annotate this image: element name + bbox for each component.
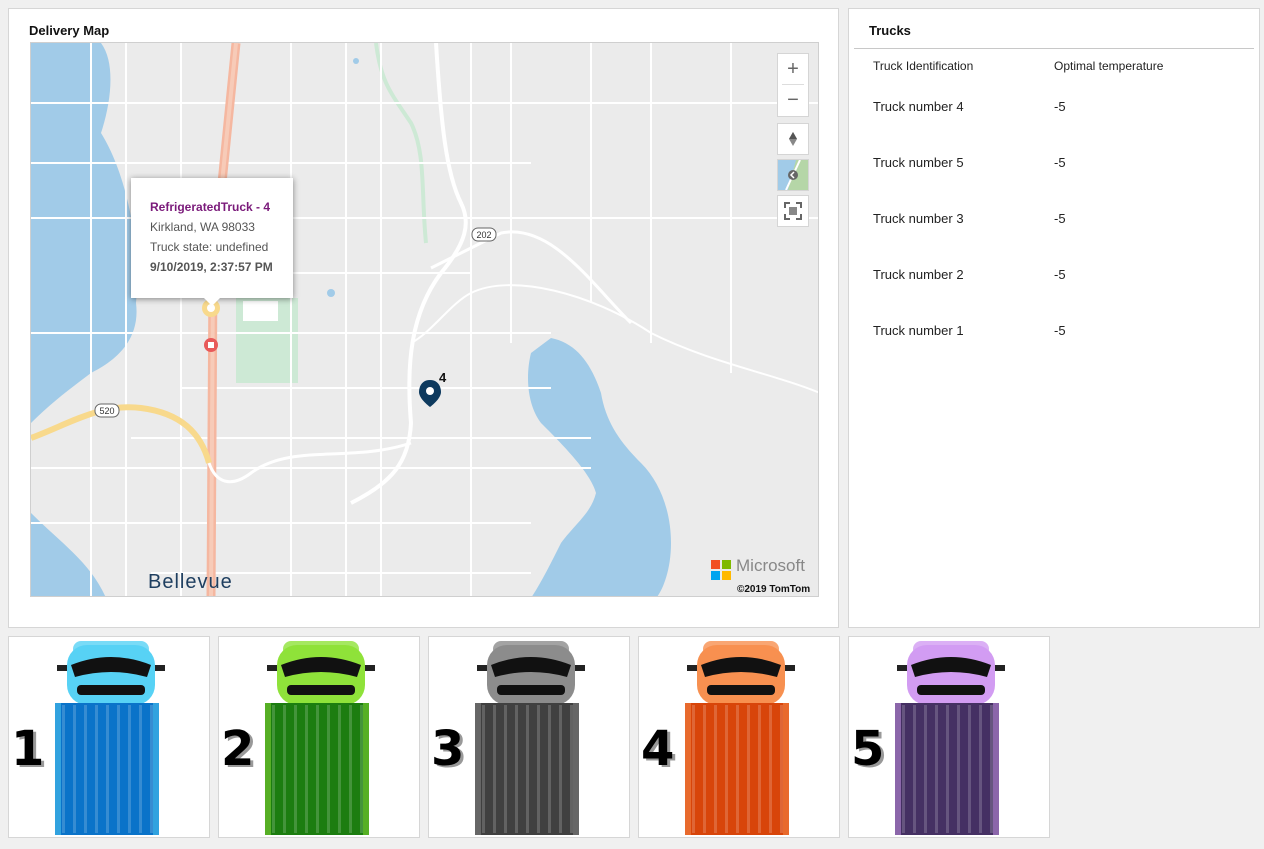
- delivery-map-panel: Delivery Map 520 202 4 + − RefrigeratedT…: [8, 8, 839, 628]
- fullscreen-control: [777, 195, 809, 227]
- microsoft-logo-icon: [711, 560, 731, 580]
- temp-cell: -5: [1054, 211, 1066, 226]
- truck-tile-number: 1: [11, 721, 45, 777]
- popup-pointer: [204, 298, 220, 306]
- truck-id-cell: Truck number 1: [873, 323, 964, 338]
- truck-tile-number: 5: [851, 721, 885, 777]
- column-header-truck-id: Truck Identification: [873, 59, 974, 73]
- column-header-optimal-temp: Optimal temperature: [1054, 59, 1164, 73]
- popup-title: RefrigeratedTruck - 4: [150, 200, 271, 214]
- zoom-controls: + −: [777, 53, 809, 117]
- truck-tile-5[interactable]: 5: [848, 636, 1050, 838]
- map-base-layer: 520 202 4: [31, 43, 818, 596]
- truck-id-cell: Truck number 3: [873, 211, 964, 226]
- style-picker-control: [777, 159, 809, 191]
- fullscreen-icon[interactable]: [778, 196, 808, 226]
- truck-id-cell: Truck number 4: [873, 99, 964, 114]
- temp-cell: -5: [1054, 99, 1066, 114]
- truck-tile-number: 4: [641, 721, 675, 777]
- popup-address: Kirkland, WA 98033: [150, 220, 255, 234]
- temp-cell: -5: [1054, 155, 1066, 170]
- trucks-panel-divider: [854, 48, 1254, 49]
- place-label-bellevue: Bellevue: [148, 571, 233, 593]
- trucks-panel-title: Trucks: [869, 23, 911, 38]
- truck-tile-2[interactable]: 2: [218, 636, 420, 838]
- zoom-in-button[interactable]: +: [778, 54, 808, 84]
- truck-tile-number: 2: [221, 721, 255, 777]
- popup-timestamp: 9/10/2019, 2:37:57 PM: [150, 260, 273, 274]
- map-canvas[interactable]: 520 202 4 + − RefrigeratedTruck - 4 Kirk…: [30, 42, 819, 597]
- route-shield-520-label: 520: [99, 406, 114, 416]
- map-panel-title: Delivery Map: [29, 23, 110, 38]
- route-shield-202-label: 202: [476, 230, 491, 240]
- trucks-panel: Trucks Truck Identification Optimal temp…: [848, 8, 1260, 628]
- microsoft-attribution: Microsoft: [736, 556, 805, 575]
- truck-id-cell: Truck number 5: [873, 155, 964, 170]
- truck-tile-number: 3: [431, 721, 465, 777]
- truck-tile-3[interactable]: 3: [428, 636, 630, 838]
- compass-north-icon[interactable]: [778, 124, 808, 154]
- temp-cell: -5: [1054, 267, 1066, 282]
- truck-info-popup: RefrigeratedTruck - 4 Kirkland, WA 98033…: [131, 178, 293, 306]
- truck-tile-1[interactable]: 1: [8, 636, 210, 838]
- zoom-out-button[interactable]: −: [778, 85, 808, 115]
- popup-truck-state: Truck state: undefined: [150, 240, 269, 254]
- truck-id-cell: Truck number 2: [873, 267, 964, 282]
- compass-control: [777, 123, 809, 155]
- truck-tile-4[interactable]: 4: [638, 636, 840, 838]
- truck-marker-label: 4: [439, 370, 447, 385]
- temp-cell: -5: [1054, 323, 1066, 338]
- tomtom-copyright: ©2019 TomTom: [737, 584, 811, 595]
- map-style-picker-icon[interactable]: [778, 160, 808, 190]
